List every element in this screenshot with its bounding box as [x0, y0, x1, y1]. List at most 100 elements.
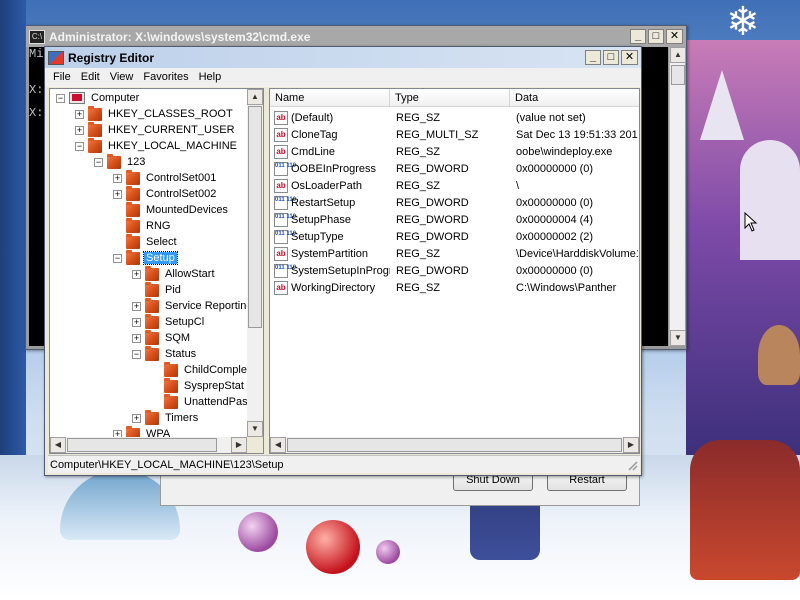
- column-header-data[interactable]: Data: [510, 89, 639, 107]
- tree-node-label: RNG: [146, 220, 171, 232]
- value-row[interactable]: ab CloneTag REG_MULTI_SZ Sat Dec 13 19:51:3…: [270, 126, 638, 143]
- menu-edit[interactable]: Edit: [76, 68, 105, 87]
- tree-node[interactable]: UnattendPas: [151, 393, 250, 410]
- value-name: SystemPartition: [291, 247, 369, 260]
- tree-node[interactable]: + Timers: [132, 409, 200, 426]
- scroll-left-icon[interactable]: ◀: [50, 437, 66, 453]
- collapse-icon[interactable]: −: [94, 157, 103, 167]
- value-row[interactable]: ab WorkingDirectory REG_SZ C:\Windows\Panth…: [270, 279, 638, 296]
- scroll-down-icon[interactable]: ▼: [247, 421, 263, 437]
- tree-node-label: Service Reporting: [165, 300, 253, 312]
- value-row[interactable]: 011 110 RestartSetup REG_DWORD 0x00000000 (…: [270, 194, 638, 211]
- value-row[interactable]: ab CmdLine REG_SZ oobe\windeploy.exe: [270, 143, 638, 160]
- scroll-left-icon[interactable]: ◀: [270, 437, 286, 453]
- tree-node-label: ChildComple: [184, 364, 247, 376]
- menu-file[interactable]: File: [48, 68, 76, 87]
- tree-node[interactable]: Select: [113, 233, 179, 250]
- value-row[interactable]: 011 110 SetupPhase REG_DWORD 0x00000004 (4): [270, 211, 638, 228]
- status-bar: Computer\HKEY_LOCAL_MACHINE\123\Setup: [48, 455, 640, 473]
- tree-node[interactable]: + ControlSet001: [113, 169, 218, 186]
- menu-favorites[interactable]: Favorites: [138, 68, 193, 87]
- scroll-down-icon[interactable]: ▼: [670, 330, 686, 346]
- expand-icon[interactable]: +: [132, 413, 141, 423]
- tree-node[interactable]: + AllowStart: [132, 265, 217, 282]
- scroll-thumb[interactable]: [287, 438, 622, 452]
- cmd-vertical-scrollbar[interactable]: ▲ ▼: [669, 47, 686, 346]
- tree-node[interactable]: MountedDevices: [113, 201, 230, 218]
- string-value-icon: ab: [274, 110, 288, 125]
- tree-node[interactable]: + SetupCl: [132, 313, 206, 330]
- tree-node[interactable]: + SQM: [132, 329, 192, 346]
- expand-icon[interactable]: +: [132, 317, 141, 327]
- folder-icon: [164, 361, 178, 377]
- resize-grip-icon[interactable]: [626, 459, 638, 471]
- tree-node[interactable]: − HKEY_LOCAL_MACHINE: [75, 137, 239, 154]
- scroll-thumb[interactable]: [248, 106, 262, 328]
- tree-node[interactable]: + HKEY_CURRENT_USER: [75, 121, 237, 138]
- regedit-titlebar[interactable]: Registry Editor _ □ ✕: [45, 47, 641, 68]
- registry-editor-window[interactable]: Registry Editor _ □ ✕ File Edit View Fav…: [44, 46, 642, 476]
- minimize-button[interactable]: _: [630, 29, 646, 44]
- scroll-right-icon[interactable]: ▶: [231, 437, 247, 453]
- value-list[interactable]: Name Type Data ab (Default) REG_SZ (value n…: [269, 88, 640, 454]
- expand-icon[interactable]: +: [113, 173, 122, 183]
- tree-node-label: Computer: [91, 92, 140, 104]
- value-name-cell: ab (Default): [270, 110, 390, 125]
- tree-node-label: HKEY_LOCAL_MACHINE: [108, 140, 237, 152]
- value-row[interactable]: 011 110SystemSetupInProgress REG_DWORD 0x0…: [270, 262, 638, 279]
- value-row[interactable]: ab SystemPartition REG_SZ \Device\HarddiskV…: [270, 245, 638, 262]
- collapse-icon[interactable]: −: [56, 93, 65, 103]
- scroll-up-icon[interactable]: ▲: [670, 47, 686, 63]
- tree-node[interactable]: − Computer: [56, 90, 141, 106]
- tree-vertical-scrollbar[interactable]: ▲ ▼: [247, 89, 263, 437]
- collapse-icon[interactable]: −: [132, 349, 141, 359]
- minimize-button[interactable]: _: [585, 50, 601, 65]
- scroll-right-icon[interactable]: ▶: [623, 437, 639, 453]
- tree-node[interactable]: ChildComple: [151, 361, 249, 378]
- tree-node[interactable]: RNG: [113, 217, 172, 234]
- column-header-type[interactable]: Type: [390, 89, 510, 107]
- tree-node[interactable]: Pid: [132, 281, 183, 298]
- maximize-button[interactable]: □: [648, 29, 664, 44]
- tree-node-label: ControlSet001: [146, 172, 217, 184]
- collapse-icon[interactable]: −: [75, 141, 84, 151]
- close-button[interactable]: ✕: [621, 50, 638, 65]
- collapse-icon[interactable]: −: [113, 253, 122, 263]
- tree-node[interactable]: − 123: [94, 153, 147, 170]
- expand-icon[interactable]: +: [132, 269, 141, 279]
- expand-icon[interactable]: +: [113, 189, 122, 199]
- value-name: SetupType: [291, 230, 344, 243]
- value-data: \: [516, 179, 520, 192]
- tree-node[interactable]: + ControlSet002: [113, 185, 218, 202]
- scroll-up-icon[interactable]: ▲: [247, 89, 263, 105]
- scroll-thumb[interactable]: [67, 438, 217, 452]
- menu-view[interactable]: View: [105, 68, 139, 87]
- tree-node[interactable]: SysprepStat: [151, 377, 246, 394]
- scroll-thumb[interactable]: [671, 65, 685, 85]
- tree-node[interactable]: − Setup: [113, 249, 178, 266]
- string-value-icon: ab: [274, 246, 288, 261]
- cmd-titlebar[interactable]: C:\ Administrator: X:\windows\system32\c…: [26, 26, 686, 47]
- value-row[interactable]: 011 110 SetupType REG_DWORD 0x00000002 (2): [270, 228, 638, 245]
- expand-icon[interactable]: +: [132, 301, 141, 311]
- list-horizontal-scrollbar[interactable]: ◀ ▶: [270, 437, 639, 453]
- value-row[interactable]: ab OsLoaderPath REG_SZ \: [270, 177, 638, 194]
- tree-node[interactable]: + Service Reporting: [132, 297, 254, 314]
- maximize-button[interactable]: □: [603, 50, 619, 65]
- value-row[interactable]: 011 110 OOBEInProgress REG_DWORD 0x00000000…: [270, 160, 638, 177]
- expand-icon[interactable]: +: [132, 333, 141, 343]
- expand-icon[interactable]: +: [75, 125, 84, 135]
- value-type: REG_DWORD: [396, 230, 469, 243]
- value-row[interactable]: ab (Default) REG_SZ (value not set): [270, 109, 638, 126]
- tree-node[interactable]: − Status: [132, 345, 198, 362]
- tree-horizontal-scrollbar[interactable]: ◀ ▶: [50, 437, 247, 453]
- expand-icon[interactable]: +: [75, 109, 84, 119]
- menu-help[interactable]: Help: [194, 68, 227, 87]
- tree-node[interactable]: + HKEY_CLASSES_ROOT: [75, 105, 235, 122]
- folder-icon: [145, 265, 159, 281]
- column-header-name[interactable]: Name: [270, 89, 390, 107]
- wallpaper-ornament-small: [376, 540, 400, 564]
- key-tree[interactable]: − Computer + HKEY_CLASSES_ROOT + HKEY_CURRENT…: [49, 88, 264, 454]
- value-name-cell: 011 110SystemSetupInProgress: [270, 263, 390, 278]
- close-button[interactable]: ✕: [666, 29, 683, 44]
